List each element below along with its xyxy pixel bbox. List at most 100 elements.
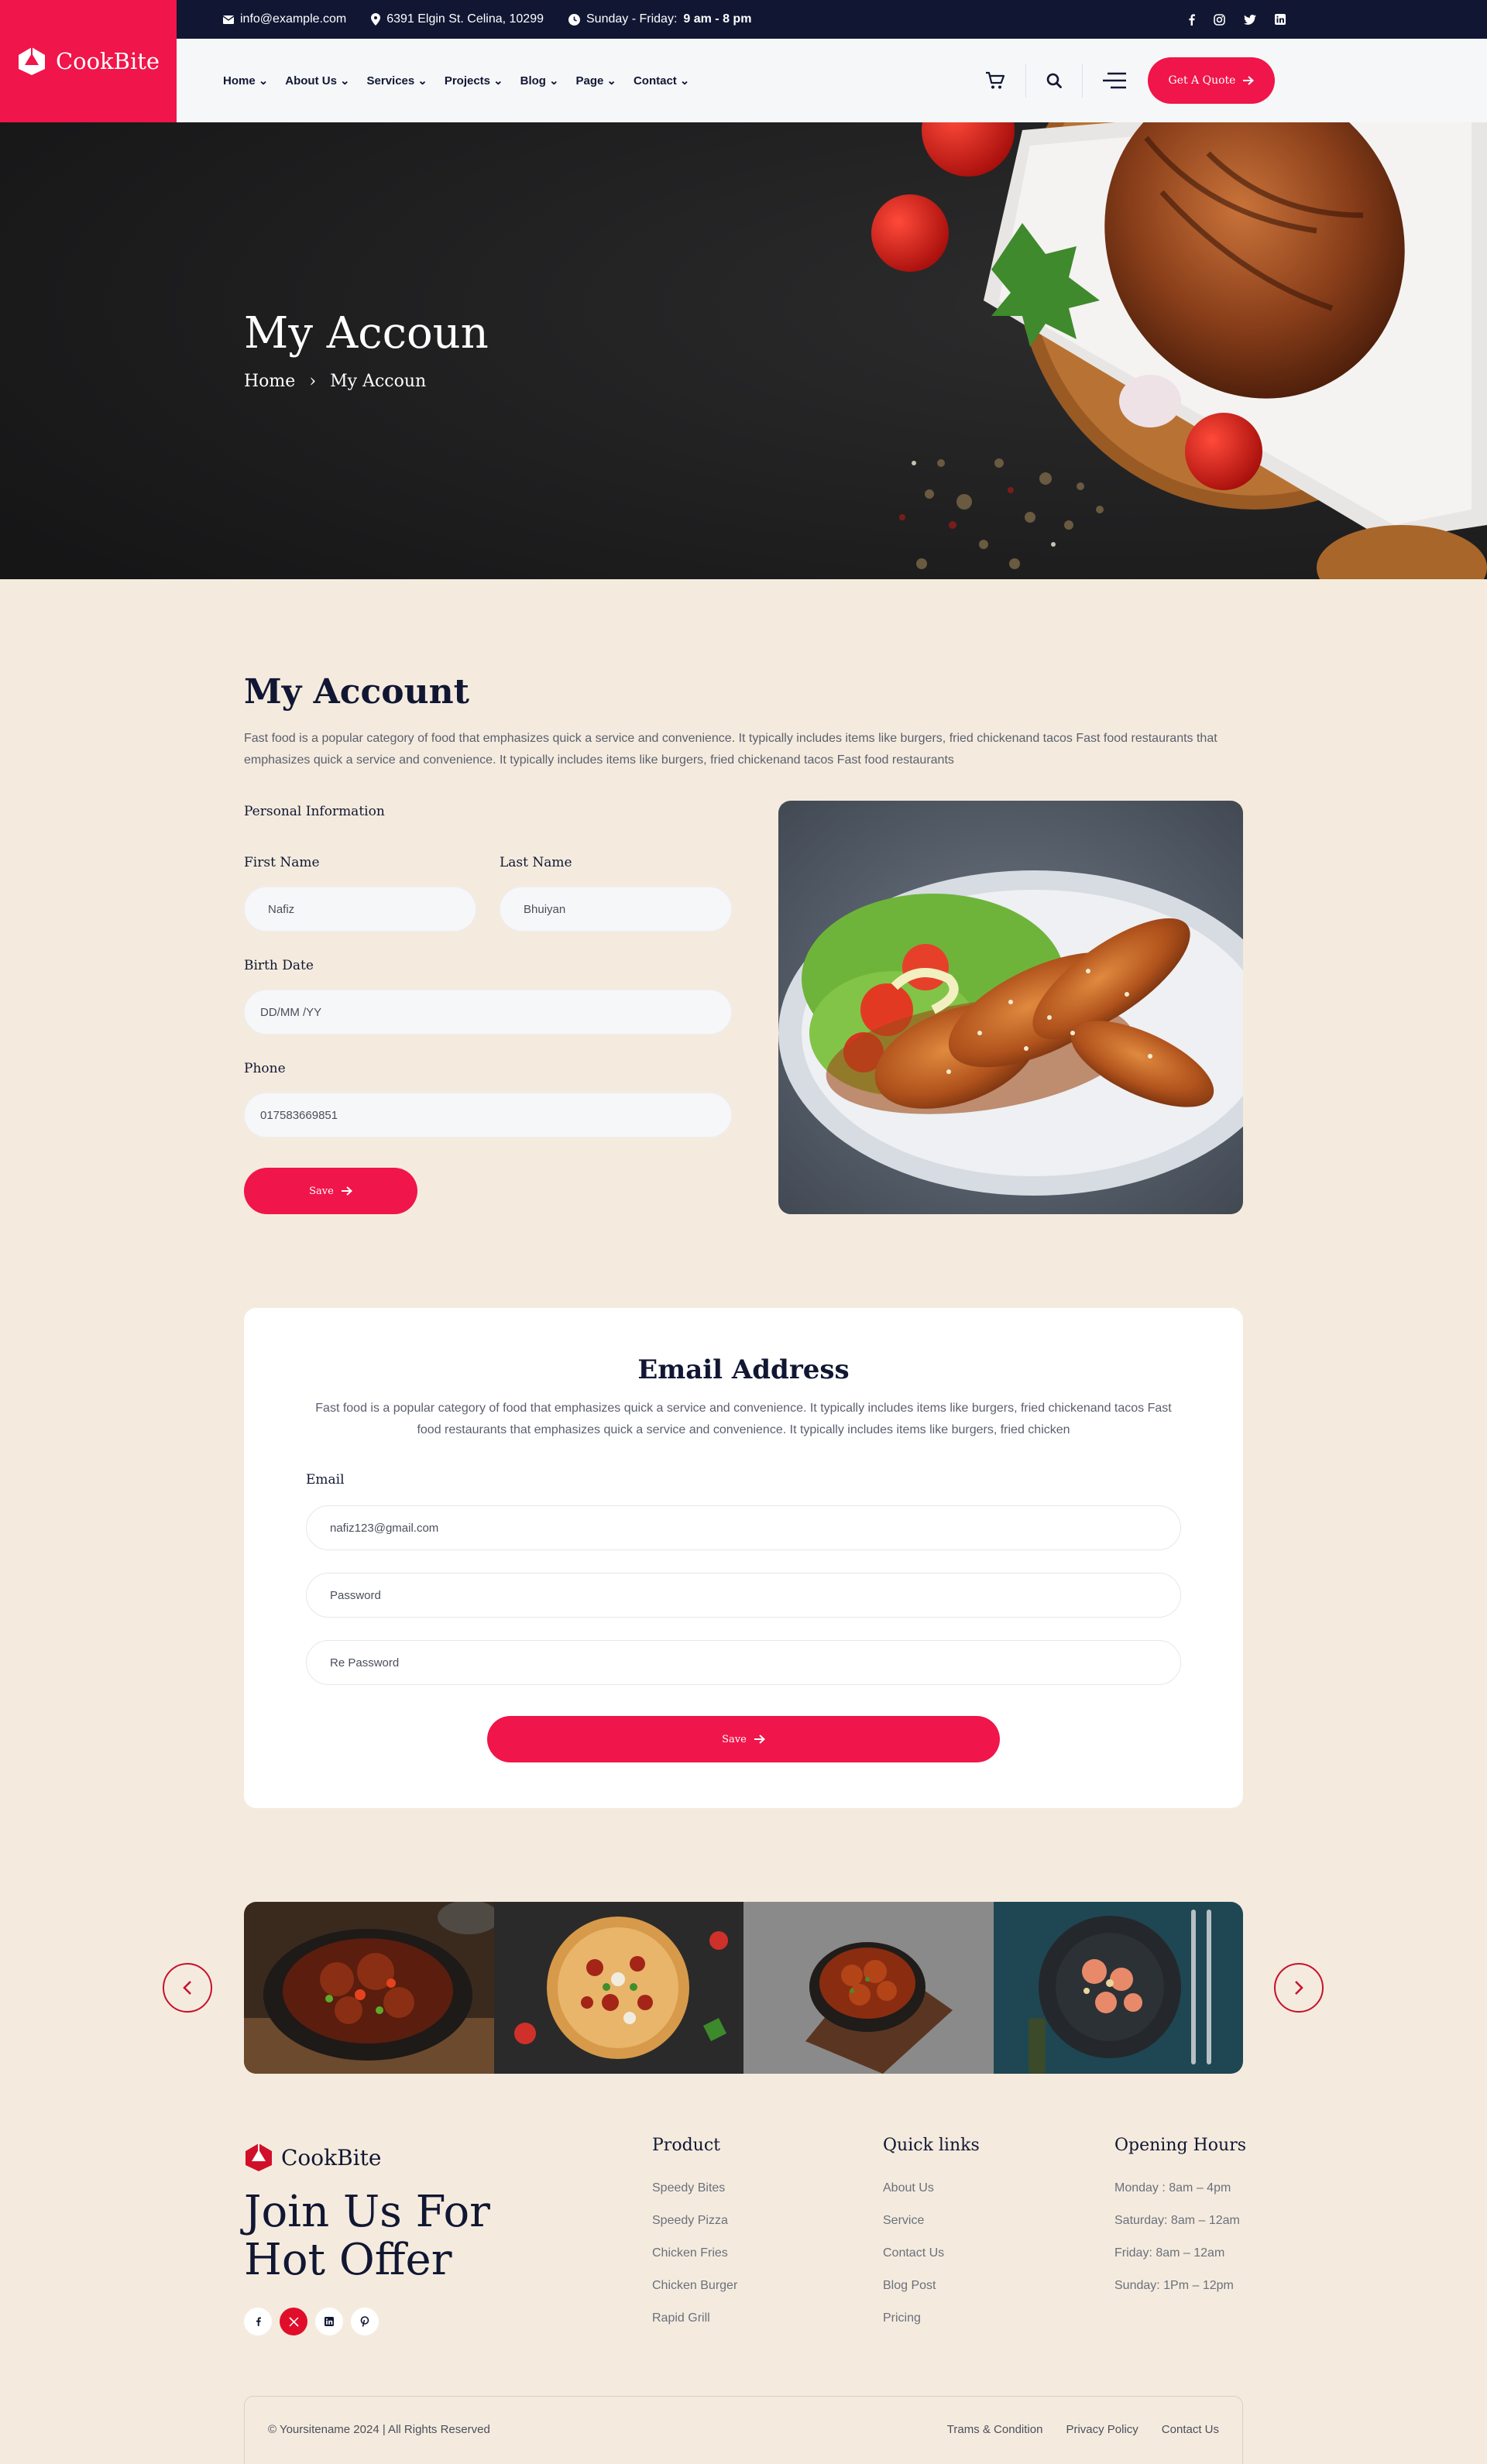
facebook-icon[interactable] xyxy=(1188,13,1195,26)
chevron-down-icon: ⌄ xyxy=(339,74,350,88)
phone-field[interactable]: 017583669851 xyxy=(244,1093,732,1138)
footer-link[interactable]: Chicken Fries xyxy=(652,2246,737,2278)
footer-hours-column: Opening Hours Monday : 8am – 4pm Saturda… xyxy=(1114,2136,1246,2311)
chevron-down-icon: ⌄ xyxy=(417,74,428,88)
menu-icon[interactable] xyxy=(1103,72,1126,89)
footer-quick-links-title: Quick links xyxy=(883,2136,980,2155)
nav-item-blog[interactable]: Blog ⌄ xyxy=(520,74,559,88)
chevron-down-icon: ⌄ xyxy=(493,74,503,88)
search-icon[interactable] xyxy=(1046,73,1062,88)
gallery-image-pasta[interactable] xyxy=(993,1902,1243,2074)
email-card-title: Email Address xyxy=(637,1354,850,1385)
personal-info-heading: Personal Information xyxy=(244,804,385,819)
re-password-field[interactable]: Re Password xyxy=(306,1640,1181,1685)
twitter-icon[interactable] xyxy=(1244,14,1256,25)
location-pin-icon xyxy=(371,13,381,26)
nav-label: Contact xyxy=(633,74,677,88)
chevron-down-icon: ⌄ xyxy=(548,74,559,88)
logo[interactable]: CookBite xyxy=(0,0,177,122)
gallery-image-wings[interactable] xyxy=(744,1902,994,2074)
quote-button-label: Get A Quote xyxy=(1168,74,1236,87)
footer-link[interactable]: About Us xyxy=(883,2181,980,2213)
nav-item-services[interactable]: Services ⌄ xyxy=(367,74,428,88)
re-password-placeholder: Re Password xyxy=(330,1656,400,1670)
save-label: Save xyxy=(309,1185,334,1197)
footer-link[interactable]: Pricing xyxy=(883,2311,980,2343)
divider xyxy=(1082,63,1083,98)
hero-food-image xyxy=(0,122,1487,579)
linkedin-icon[interactable] xyxy=(315,2308,343,2335)
email-value: nafiz123@gmail.com xyxy=(330,1521,439,1535)
last-name-field[interactable]: Bhuiyan xyxy=(500,887,732,932)
breadcrumb-home[interactable]: Home xyxy=(244,372,295,391)
main-navigation: Home ⌄ About Us ⌄ Services ⌄ Projects ⌄ Blog… xyxy=(177,39,1487,122)
password-placeholder: Password xyxy=(330,1588,381,1602)
breadcrumb: Home › My Accoun xyxy=(244,372,426,391)
gallery-image-stew[interactable] xyxy=(244,1902,500,2074)
breadcrumb-current: My Accoun xyxy=(330,372,427,391)
footer-logo-text: CookBite xyxy=(281,2144,382,2171)
opening-hours: Sunday - Friday: 9 am - 8 pm xyxy=(568,12,751,26)
nav-item-projects[interactable]: Projects ⌄ xyxy=(445,74,503,88)
cookbite-logo-icon xyxy=(18,47,45,75)
nav-item-contact[interactable]: Contact ⌄ xyxy=(634,74,689,88)
contact-email[interactable]: info@example.com xyxy=(223,12,346,26)
footer-link[interactable]: Speedy Pizza xyxy=(652,2213,737,2246)
account-title: My Account xyxy=(244,672,469,712)
last-name-label: Last Name xyxy=(500,855,572,870)
gallery-prev-button[interactable] xyxy=(163,1963,212,2013)
envelope-icon xyxy=(223,15,234,24)
hours-entry: Sunday: 1Pm – 12pm xyxy=(1114,2279,1234,2292)
nav-item-home[interactable]: Home ⌄ xyxy=(223,74,268,88)
privacy-link[interactable]: Privacy Policy xyxy=(1066,2423,1138,2436)
nav-label: Home xyxy=(223,74,256,88)
chevron-down-icon: ⌄ xyxy=(258,74,269,88)
cart-icon[interactable] xyxy=(985,71,1005,90)
facebook-icon[interactable] xyxy=(244,2308,272,2335)
email-card-description: Fast food is a popular category of food … xyxy=(315,1402,1172,1436)
arrow-right-icon xyxy=(754,1735,765,1744)
chevron-right-icon xyxy=(1295,1981,1303,1995)
save-account-button[interactable]: Save xyxy=(244,1168,417,1214)
hours-entry: Saturday: 8am – 12am xyxy=(1114,2214,1240,2227)
footer-link[interactable]: Blog Post xyxy=(883,2278,980,2311)
copyright-text: © Yoursitename 2024 | All Rights Reserve… xyxy=(268,2423,490,2436)
password-field[interactable]: Password xyxy=(306,1573,1181,1618)
footer-bottom-bar: © Yoursitename 2024 | All Rights Reserve… xyxy=(244,2396,1243,2464)
topbar-socials xyxy=(1188,0,1286,39)
gallery-next-button[interactable] xyxy=(1274,1963,1324,2013)
linkedin-icon[interactable] xyxy=(1275,14,1286,25)
save-email-button[interactable]: Save xyxy=(487,1716,1000,1762)
pinterest-icon[interactable] xyxy=(351,2308,379,2335)
footer-socials xyxy=(244,2308,379,2335)
hours-entry: Monday : 8am – 4pm xyxy=(1114,2181,1231,2195)
footer-link[interactable]: Rapid Grill xyxy=(652,2311,737,2343)
first-name-field[interactable]: Nafiz xyxy=(244,887,476,932)
birth-date-label: Birth Date xyxy=(244,958,314,973)
nav-item-page[interactable]: Page ⌄ xyxy=(576,74,616,88)
footer-link[interactable]: Speedy Bites xyxy=(652,2181,737,2213)
instagram-icon[interactable] xyxy=(1214,13,1225,26)
nav-item-about[interactable]: About Us ⌄ xyxy=(285,74,349,88)
chevron-right-icon: › xyxy=(309,372,317,391)
save-label: Save xyxy=(722,1733,747,1745)
email-field[interactable]: nafiz123@gmail.com xyxy=(306,1505,1181,1550)
arrow-right-icon xyxy=(341,1186,352,1196)
page-banner: My Accoun Home › My Accoun xyxy=(0,122,1487,579)
footer-link[interactable]: Chicken Burger xyxy=(652,2278,737,2311)
footer-quick-links-column: Quick links About Us Service Contact Us … xyxy=(883,2136,980,2343)
footer-link[interactable]: Service xyxy=(883,2213,980,2246)
chicken-wings-photo xyxy=(778,801,1243,1214)
contact-link[interactable]: Contact Us xyxy=(1162,2423,1219,2436)
top-info-bar: info@example.com 6391 Elgin St. Celina, … xyxy=(177,0,1487,39)
birth-date-field[interactable]: DD/MM /YY xyxy=(244,990,732,1035)
footer-link[interactable]: Contact Us xyxy=(883,2246,980,2278)
x-icon[interactable] xyxy=(280,2308,307,2335)
terms-link[interactable]: Trams & Condition xyxy=(947,2423,1043,2436)
cookbite-logo-icon xyxy=(246,2143,272,2171)
footer-headline: Join Us For Hot Offer xyxy=(244,2187,490,2285)
footer-logo[interactable]: CookBite xyxy=(244,2142,381,2173)
gallery-image-pizza[interactable] xyxy=(493,1902,744,2074)
get-a-quote-button[interactable]: Get A Quote xyxy=(1148,57,1275,104)
email-text: info@example.com xyxy=(240,12,347,26)
